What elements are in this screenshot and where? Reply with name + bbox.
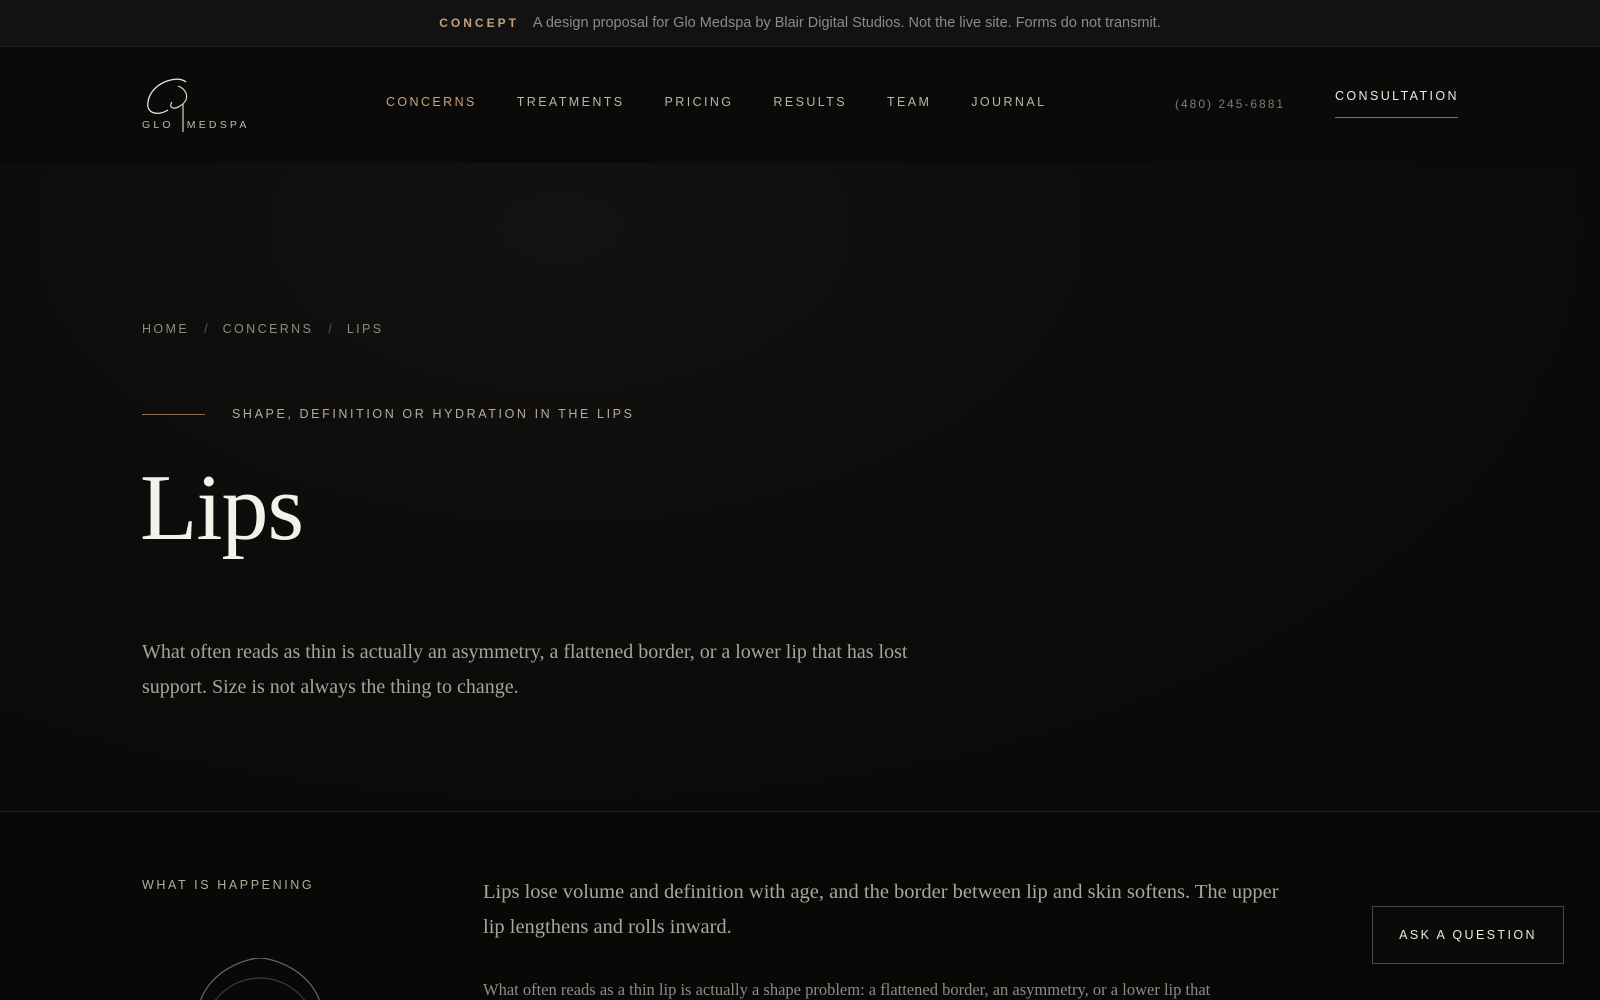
eyebrow-text: SHAPE, DEFINITION OR HYDRATION IN THE LI… (232, 407, 635, 421)
page-title: Lips (140, 456, 304, 560)
concept-banner: CONCEPT A design proposal for Glo Medspa… (0, 0, 1600, 47)
nav-item-team[interactable]: TEAM (887, 95, 931, 109)
hero-eyebrow: SHAPE, DEFINITION OR HYDRATION IN THE LI… (142, 407, 635, 421)
ask-question-button[interactable]: ASK A QUESTION (1372, 906, 1564, 964)
breadcrumb-separator: / (204, 322, 208, 336)
consultation-button[interactable]: CONSULTATION (1335, 86, 1458, 118)
section-label: WHAT IS HAPPENING (142, 878, 315, 892)
section-body: What often reads as a thin lip is actual… (483, 980, 1211, 999)
section-lede: Lips lose volume and definition with age… (483, 881, 1279, 938)
eyebrow-rule (142, 413, 205, 415)
logo-wordmark: GLO MEDSPA (142, 119, 250, 131)
nav-item-journal[interactable]: JOURNAL (971, 95, 1046, 109)
what-is-happening-section: WHAT IS HAPPENING Lips lose volume and d… (0, 813, 1600, 1000)
nav-item-treatments[interactable]: TREATMENTS (517, 95, 625, 109)
banner-tag: CONCEPT (439, 16, 519, 30)
lip-diagram-icon (200, 958, 320, 1000)
main-nav: CONCERNS TREATMENTS PRICING RESULTS TEAM… (386, 95, 1086, 109)
nav-item-pricing[interactable]: PRICING (665, 95, 734, 109)
breadcrumb-home[interactable]: HOME (142, 322, 189, 336)
hero-section: HOME / CONCERNS / LIPS SHAPE, DEFINITION… (0, 163, 1600, 812)
phone-link[interactable]: (480) 245-6881 (1175, 97, 1285, 111)
banner-text: A design proposal for Glo Medspa by Blai… (532, 15, 1161, 31)
logo[interactable]: GLO MEDSPA (142, 76, 262, 136)
breadcrumb-separator: / (328, 322, 332, 336)
nav-item-concerns[interactable]: CONCERNS (386, 95, 477, 109)
site-header: GLO MEDSPA CONCERNS TREATMENTS PRICING RE… (0, 48, 1600, 163)
nav-item-results[interactable]: RESULTS (773, 95, 847, 109)
breadcrumb-concerns[interactable]: CONCERNS (223, 322, 314, 336)
hero-lede: What often reads as thin is actually an … (142, 641, 908, 698)
breadcrumb-current: LIPS (346, 322, 384, 336)
breadcrumb: HOME / CONCERNS / LIPS (142, 322, 384, 336)
